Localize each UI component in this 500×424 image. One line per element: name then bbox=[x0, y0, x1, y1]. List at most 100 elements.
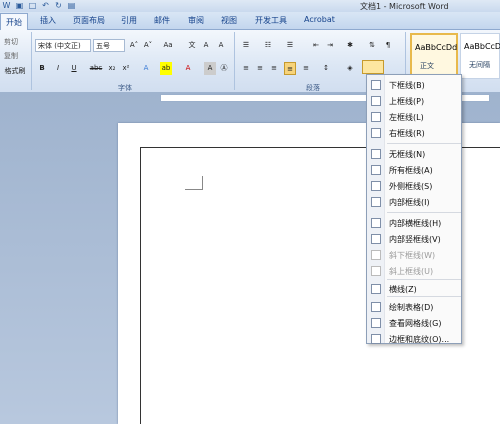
align-right-icon[interactable]: ≡ bbox=[268, 62, 280, 75]
view-gridlines-icon bbox=[371, 318, 381, 328]
menu-item[interactable]: 内部横框线(H) bbox=[367, 215, 463, 231]
menu-item[interactable]: 所有框线(A) bbox=[367, 162, 463, 178]
line-spacing-icon[interactable]: ↕ bbox=[320, 62, 332, 75]
menu-item-label: 绘制表格(D) bbox=[389, 303, 434, 312]
undo-icon[interactable]: ↶ bbox=[41, 1, 50, 10]
phonetic-guide-icon[interactable]: 文 bbox=[186, 39, 198, 52]
menu-item: 斜下框线(W) bbox=[367, 247, 463, 263]
clear-format-icon[interactable]: A bbox=[200, 39, 212, 52]
tab-mailings[interactable]: 邮件 bbox=[154, 15, 170, 26]
decrease-indent-icon[interactable]: ⇤ bbox=[310, 39, 322, 52]
menu-item[interactable]: 内部竖框线(V) bbox=[367, 231, 463, 247]
menu-item-label: 边框和底纹(O)... bbox=[389, 335, 450, 344]
font-name-combo[interactable]: 宋体 (中文正) bbox=[35, 39, 91, 52]
menu-item[interactable]: 右框线(R) bbox=[367, 125, 463, 141]
text-effects-icon[interactable]: A bbox=[140, 62, 152, 75]
enclose-char-icon[interactable]: Ⓐ bbox=[218, 62, 230, 75]
menu-item-label: 右框线(R) bbox=[389, 129, 425, 138]
font-color-icon[interactable]: A bbox=[182, 62, 194, 75]
menu-item[interactable]: 查看网格线(G) bbox=[367, 315, 463, 331]
menu-item[interactable]: 左框线(L) bbox=[367, 109, 463, 125]
open-icon[interactable]: ▤ bbox=[67, 1, 76, 10]
menu-item-label: 查看网格线(G) bbox=[389, 319, 442, 328]
style-sample: AaBbCcDd bbox=[464, 42, 500, 51]
menu-separator bbox=[387, 143, 461, 144]
chinese-layout-icon[interactable]: ✱ bbox=[344, 39, 356, 52]
menu-item-label: 左框线(L) bbox=[389, 113, 424, 122]
border-left-icon bbox=[371, 112, 381, 122]
bold-button[interactable]: B bbox=[36, 62, 48, 75]
multilevel-list-icon[interactable]: ☰ bbox=[284, 39, 296, 52]
menu-item[interactable]: 绘制表格(D) bbox=[367, 299, 463, 315]
border-diag-down-icon bbox=[371, 250, 381, 260]
bullets-icon[interactable]: ☰ bbox=[240, 39, 252, 52]
copy-button[interactable]: 复制 bbox=[2, 50, 20, 63]
new-doc-icon[interactable]: □ bbox=[28, 1, 37, 10]
subscript-icon[interactable]: x₂ bbox=[106, 62, 118, 75]
tab-page-layout[interactable]: 页面布局 bbox=[73, 15, 105, 26]
menu-item-label: 斜下框线(W) bbox=[389, 251, 436, 260]
margin-corner-mark bbox=[185, 176, 203, 190]
align-center-icon[interactable]: ≡ bbox=[254, 62, 266, 75]
font-size-combo[interactable]: 五号 bbox=[93, 39, 125, 52]
border-inside-horizontal-icon bbox=[371, 218, 381, 228]
menu-item-label: 所有框线(A) bbox=[389, 166, 433, 175]
tab-acrobat[interactable]: Acrobat bbox=[304, 15, 335, 24]
shrink-font-icon[interactable]: A˅ bbox=[142, 39, 154, 52]
border-inside-vertical-icon bbox=[371, 234, 381, 244]
distribute-icon[interactable]: ≡ bbox=[300, 62, 312, 75]
menu-item-label: 外侧框线(S) bbox=[389, 182, 433, 191]
border-right-icon bbox=[371, 128, 381, 138]
align-left-icon[interactable]: ≡ bbox=[240, 62, 252, 75]
show-marks-icon[interactable]: ¶ bbox=[382, 39, 394, 52]
borders-shading-icon bbox=[371, 334, 381, 344]
borders-dropdown-button[interactable] bbox=[362, 60, 384, 74]
char-border-icon[interactable]: A bbox=[215, 39, 227, 52]
menu-item[interactable]: 内部框线(I) bbox=[367, 194, 463, 210]
menu-item[interactable]: 下框线(B) bbox=[367, 77, 463, 93]
style-normal[interactable]: AaBbCcDd 正文 bbox=[410, 33, 458, 79]
justify-icon[interactable]: ≡ bbox=[284, 62, 296, 75]
increase-indent-icon[interactable]: ⇥ bbox=[324, 39, 336, 52]
strikethrough-button[interactable]: abc bbox=[88, 62, 104, 75]
sort-icon[interactable]: ⇅ bbox=[366, 39, 378, 52]
tab-home[interactable]: 开始 bbox=[0, 13, 28, 31]
menu-item[interactable]: 无框线(N) bbox=[367, 146, 463, 162]
tab-review[interactable]: 审阅 bbox=[188, 15, 204, 26]
grow-font-icon[interactable]: A˄ bbox=[128, 39, 140, 52]
border-none-icon bbox=[371, 149, 381, 159]
menu-item[interactable]: 外侧框线(S) bbox=[367, 178, 463, 194]
style-name: 正文 bbox=[420, 62, 434, 70]
numbering-icon[interactable]: ☷ bbox=[262, 39, 274, 52]
shading-icon[interactable]: ◈ bbox=[344, 62, 356, 75]
char-shading-icon[interactable]: A bbox=[204, 62, 216, 75]
cut-button[interactable]: 剪切 bbox=[2, 36, 20, 49]
menu-item[interactable]: 横线(Z) bbox=[367, 281, 463, 297]
border-top-icon bbox=[371, 96, 381, 106]
word-logo-icon[interactable]: W bbox=[2, 1, 11, 10]
menu-separator bbox=[387, 296, 461, 297]
tab-developer[interactable]: 开发工具 bbox=[255, 15, 287, 26]
redo-icon[interactable]: ↻ bbox=[54, 1, 63, 10]
change-case-icon[interactable]: Aa bbox=[162, 39, 174, 52]
tab-references[interactable]: 引用 bbox=[121, 15, 137, 26]
tab-view[interactable]: 视图 bbox=[221, 15, 237, 26]
underline-button[interactable]: U bbox=[68, 62, 80, 75]
menu-item[interactable]: 边框和底纹(O)... bbox=[367, 331, 463, 347]
border-diag-up-icon bbox=[371, 266, 381, 276]
italic-button[interactable]: I bbox=[52, 62, 64, 75]
menu-item-label: 无框线(N) bbox=[389, 150, 426, 159]
menu-item[interactable]: 上框线(P) bbox=[367, 93, 463, 109]
border-all-icon bbox=[371, 165, 381, 175]
divider bbox=[234, 32, 235, 90]
menu-item-label: 下框线(B) bbox=[389, 81, 425, 90]
format-painter-button[interactable]: 格式刷 bbox=[2, 65, 28, 78]
tab-insert[interactable]: 插入 bbox=[40, 15, 56, 26]
style-no-spacing[interactable]: AaBbCcDd 无间隔 bbox=[460, 33, 500, 79]
divider bbox=[31, 32, 32, 90]
highlight-icon[interactable]: ab bbox=[160, 62, 172, 75]
superscript-icon[interactable]: x² bbox=[120, 62, 132, 75]
borders-menu: 下框线(B) 上框线(P) 左框线(L) 右框线(R) 无框线(N) 所有框线(A) 外侧框… bbox=[366, 74, 462, 344]
border-outside-icon bbox=[371, 181, 381, 191]
save-icon[interactable]: ▣ bbox=[15, 1, 24, 10]
